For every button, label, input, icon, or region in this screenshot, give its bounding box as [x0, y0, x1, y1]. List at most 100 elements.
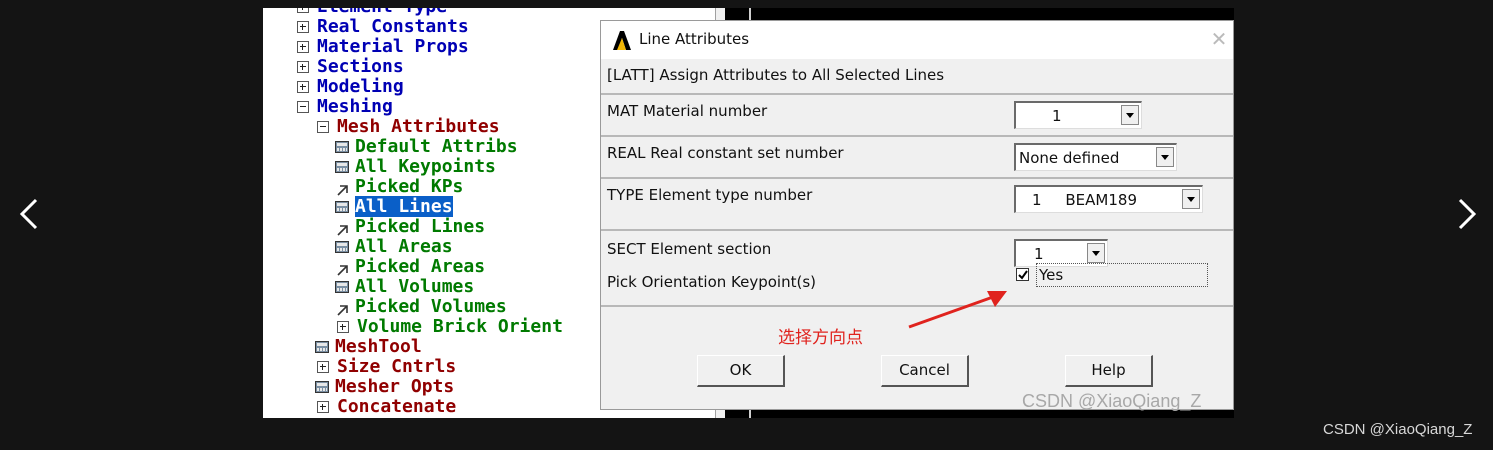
- cancel-button[interactable]: Cancel: [881, 355, 969, 387]
- tree-item[interactable]: Real Constants: [297, 16, 469, 37]
- grid-icon: [315, 341, 329, 353]
- type-select-value: 1 BEAM189: [1032, 191, 1137, 209]
- pick-orientation-toggle[interactable]: Yes: [1036, 263, 1208, 287]
- tree-item[interactable]: All Lines: [335, 196, 453, 217]
- expand-icon[interactable]: [297, 8, 309, 13]
- tree-item[interactable]: Mesher Opts: [315, 376, 455, 397]
- tree-item[interactable]: Picked Areas: [335, 256, 486, 277]
- tree-item-label: All Volumes: [355, 276, 475, 297]
- tree-item-label: MeshTool: [335, 336, 422, 357]
- help-button[interactable]: Help: [1065, 355, 1153, 387]
- line-attributes-dialog: Line Attributes ✕ [LATT] Assign Attribut…: [600, 20, 1234, 411]
- sect-label: SECT Element section: [607, 240, 772, 258]
- tree-item-label: Picked Lines: [355, 216, 486, 237]
- expand-icon[interactable]: [297, 81, 309, 93]
- tree-item[interactable]: Modeling: [297, 76, 404, 97]
- close-icon[interactable]: ✕: [1209, 29, 1229, 49]
- pick-arrow-icon: [335, 221, 349, 236]
- tree-item-label: Mesher Opts: [335, 376, 455, 397]
- tree-item-label: Picked Volumes: [355, 296, 507, 317]
- real-select-value: None defined: [1019, 149, 1120, 167]
- mat-select[interactable]: 1: [1014, 101, 1142, 129]
- tree-item-label: All Keypoints: [355, 156, 496, 177]
- real-select[interactable]: None defined: [1014, 143, 1177, 171]
- tree-item[interactable]: All Volumes: [335, 276, 475, 297]
- annotation-text: 选择方向点: [778, 328, 863, 348]
- grid-icon: [335, 141, 349, 153]
- collapse-icon[interactable]: [297, 101, 309, 113]
- checkmark-icon: [1018, 270, 1028, 280]
- tree-item-label: Size Cntrls: [337, 356, 457, 377]
- prev-image-button[interactable]: [14, 196, 46, 232]
- dialog-header-row: [LATT] Assign Attributes to All Selected…: [601, 59, 1233, 93]
- pick-orientation-label: Pick Orientation Keypoint(s): [607, 273, 817, 291]
- chevron-down-icon[interactable]: [1182, 189, 1200, 209]
- expand-icon[interactable]: [337, 321, 349, 333]
- tree-item-label: Sections: [317, 56, 404, 77]
- chevron-left-icon: [19, 198, 38, 230]
- tree-item[interactable]: Sections: [297, 56, 404, 77]
- type-row: TYPE Element type number 1 BEAM189: [601, 177, 1233, 229]
- tree-item-label: Modeling: [317, 76, 404, 97]
- dialog-titlebar: Line Attributes ✕: [601, 21, 1233, 59]
- tree-item[interactable]: Picked Volumes: [335, 296, 507, 317]
- tree-item[interactable]: Material Props: [297, 36, 469, 57]
- grid-icon: [335, 201, 349, 213]
- page-watermark: CSDN @XiaoQiang_Z: [1323, 421, 1473, 438]
- pick-arrow-icon: [335, 181, 349, 196]
- pick-orientation-checkbox[interactable]: [1016, 268, 1029, 281]
- expand-icon[interactable]: [317, 401, 329, 413]
- tree-item-label: Mesh Attributes: [337, 116, 500, 137]
- tree-item-label: Meshing: [317, 96, 393, 117]
- expand-icon[interactable]: [297, 21, 309, 33]
- collapse-icon[interactable]: [317, 121, 329, 133]
- grid-icon: [335, 281, 349, 293]
- grid-icon: [315, 381, 329, 393]
- tree-item[interactable]: Picked KPs: [335, 176, 464, 197]
- chevron-down-icon[interactable]: [1087, 243, 1105, 263]
- tree-item-label: All Areas: [355, 236, 453, 257]
- tree-item[interactable]: Volume Brick Orient: [337, 316, 563, 337]
- pick-arrow-icon: [335, 301, 349, 316]
- real-label: REAL Real constant set number: [607, 144, 844, 162]
- tree-item[interactable]: Default Attribs: [335, 136, 518, 157]
- mat-select-value: 1: [1052, 107, 1062, 125]
- annotation-arrow-icon: [908, 291, 1007, 329]
- grid-icon: [335, 161, 349, 173]
- grid-icon: [335, 241, 349, 253]
- tree-item[interactable]: Element Type: [297, 8, 447, 17]
- pick-arrow-icon: [335, 261, 349, 276]
- pick-orientation-value: Yes: [1039, 266, 1064, 284]
- real-row: REAL Real constant set number None defin…: [601, 135, 1233, 177]
- tree-item[interactable]: All Keypoints: [335, 156, 496, 177]
- tree-item-label: Real Constants: [317, 16, 469, 37]
- type-select[interactable]: 1 BEAM189: [1014, 185, 1203, 213]
- expand-icon[interactable]: [297, 61, 309, 73]
- screenshot-image: Element TypeReal ConstantsMaterial Props…: [263, 8, 1234, 418]
- chevron-down-icon[interactable]: [1121, 105, 1139, 125]
- dialog-watermark: CSDN @XiaoQiang_Z: [1022, 391, 1202, 411]
- tree-item[interactable]: Size Cntrls: [317, 356, 457, 377]
- tree-item[interactable]: MeshTool: [315, 336, 422, 357]
- tree-item[interactable]: Picked Lines: [335, 216, 486, 237]
- tree-item[interactable]: All Areas: [335, 236, 453, 257]
- tree-item-label: Picked KPs: [355, 176, 464, 197]
- mat-row: MAT Material number 1: [601, 93, 1233, 135]
- chevron-right-icon: [1458, 198, 1477, 230]
- tree-item-label: Default Attribs: [355, 136, 518, 157]
- expand-icon[interactable]: [317, 361, 329, 373]
- chevron-down-icon[interactable]: [1156, 147, 1174, 167]
- tree-item-label: Picked Areas: [355, 256, 486, 277]
- tree-item[interactable]: Meshing: [297, 96, 393, 117]
- mat-label: MAT Material number: [607, 102, 768, 120]
- tree-item-label: Material Props: [317, 36, 469, 57]
- tree-item[interactable]: Concatenate: [317, 396, 457, 417]
- expand-icon[interactable]: [297, 41, 309, 53]
- tree-item-label: All Lines: [355, 196, 453, 217]
- dialog-title: Line Attributes: [639, 30, 750, 48]
- tree-item-label: Concatenate: [337, 396, 457, 417]
- ok-button[interactable]: OK: [697, 355, 785, 387]
- next-image-button[interactable]: [1450, 196, 1482, 232]
- tree-item[interactable]: Mesh Attributes: [317, 116, 500, 137]
- ansys-logo-icon: [611, 29, 633, 51]
